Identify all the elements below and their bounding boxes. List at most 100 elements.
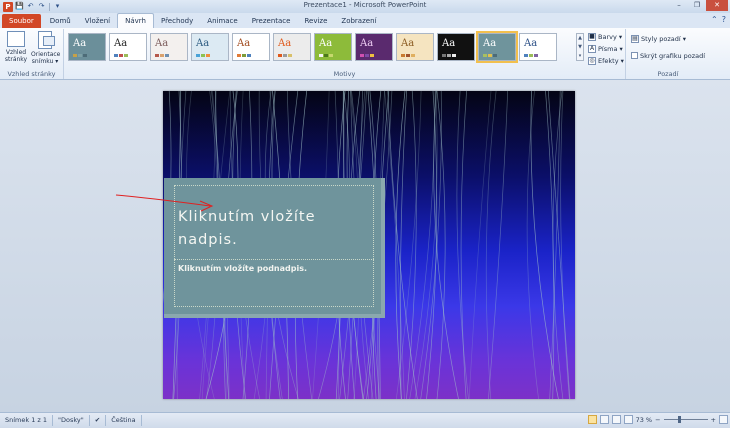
theme-thumbnail[interactable]: Aa: [519, 33, 557, 61]
fonts-button[interactable]: A Písma ▾: [588, 44, 624, 53]
annotation-arrow: [115, 194, 214, 212]
theme-thumbnail[interactable]: Aa: [150, 33, 188, 61]
tab-prechody[interactable]: Přechody: [154, 14, 200, 28]
effects-label: Efekty ▾: [598, 56, 624, 65]
group-label-page-setup: Vzhled stránky: [7, 70, 56, 78]
orientation-label-2: snímku ▾: [31, 58, 59, 65]
theme-color-swatches: [524, 54, 538, 57]
close-button[interactable]: ✕: [706, 0, 728, 11]
orientation-label-1: Orientace: [31, 51, 61, 58]
theme-thumbnail[interactable]: Aa: [68, 33, 106, 61]
theme-thumbnail-label: Aa: [360, 38, 374, 49]
group-page-setup: Vzhled stránky Orientace snímku ▾ Vzhled…: [0, 29, 64, 79]
background-styles-icon: ▤: [631, 34, 639, 43]
theme-thumbnail-label: Aa: [196, 38, 210, 49]
status-bar: Snímek 1 z 1 "Dosky" ✔ Čeština 73 % − +: [0, 412, 730, 428]
spellcheck-icon[interactable]: ✔: [90, 415, 107, 426]
theme-thumbnail[interactable]: Aa: [476, 31, 518, 63]
theme-color-swatches: [278, 54, 292, 57]
slideshow-view-button[interactable]: [623, 415, 633, 424]
theme-thumbnail[interactable]: Aa: [355, 33, 393, 61]
theme-thumbnail[interactable]: Aa: [273, 33, 311, 61]
theme-thumbnail-label: Aa: [524, 38, 538, 49]
group-label-themes: Motivy: [333, 70, 356, 78]
theme-color-swatches: [483, 54, 497, 57]
theme-color-swatches: [73, 54, 87, 57]
undo-icon[interactable]: ↶: [26, 2, 35, 11]
theme-color-swatches: [114, 54, 128, 57]
view-and-zoom: 73 % − +: [587, 415, 728, 424]
page-setup-label-1: Vzhled: [5, 49, 27, 56]
tab-navrh[interactable]: Návrh: [117, 13, 154, 28]
effects-button[interactable]: ◎ Efekty ▾: [588, 56, 624, 65]
zoom-slider-thumb[interactable]: [677, 416, 681, 423]
hide-background-checkbox[interactable]: [631, 52, 638, 59]
tab-soubor[interactable]: Soubor: [2, 14, 41, 28]
save-icon[interactable]: 💾: [15, 2, 24, 11]
normal-view-button[interactable]: [587, 415, 597, 424]
theme-color-swatches: [237, 54, 251, 57]
placeholder-divider: [174, 259, 374, 260]
gallery-more-icon[interactable]: ▾: [579, 53, 582, 59]
language[interactable]: Čeština: [106, 415, 142, 426]
zoom-slider[interactable]: [663, 416, 708, 423]
tab-domu[interactable]: Domů: [43, 14, 78, 28]
minimize-ribbon-icon[interactable]: ⌃: [711, 15, 718, 24]
theme-thumbnail[interactable]: Aa: [396, 33, 434, 61]
tab-prezentace[interactable]: Prezentace: [245, 14, 298, 28]
effects-icon: ◎: [588, 56, 596, 65]
theme-thumbnail[interactable]: Aa: [109, 33, 147, 61]
ribbon: Vzhled stránky Orientace snímku ▾ Vzhled…: [0, 28, 730, 80]
theme-thumbnail-label: Aa: [114, 38, 128, 49]
zoom-out-button[interactable]: −: [655, 416, 660, 424]
tab-vlozeni[interactable]: Vložení: [78, 14, 117, 28]
slide-subtitle[interactable]: Kliknutím vložíte podnadpis.: [178, 264, 307, 273]
zoom-in-button[interactable]: +: [711, 416, 716, 424]
maximize-button[interactable]: ❐: [688, 0, 706, 11]
redo-icon[interactable]: ↷: [37, 2, 46, 11]
theme-thumbnail[interactable]: Aa: [191, 33, 229, 61]
background-styles-button[interactable]: ▤ Styly pozadí ▾: [631, 34, 705, 43]
gallery-down-icon[interactable]: ▼: [578, 44, 582, 50]
hide-background-label: Skrýt grafiku pozadí: [640, 51, 706, 60]
page-setup-icon: [7, 31, 25, 47]
reading-view-button[interactable]: [611, 415, 621, 424]
theme-gallery: Aa Aa Aa Aa Aa Aa Aa Aa Aa Aa Aa Aa: [68, 31, 557, 63]
tab-revize[interactable]: Revize: [297, 14, 334, 28]
background-styles-label: Styly pozadí ▾: [641, 34, 686, 43]
gallery-up-icon[interactable]: ▲: [578, 35, 582, 41]
theme-thumbnail-label: Aa: [442, 38, 456, 49]
customize-qat-icon[interactable]: ▾: [53, 2, 62, 11]
group-label-background: Pozadí: [657, 70, 679, 78]
tab-zobrazeni[interactable]: Zobrazení: [334, 14, 383, 28]
theme-thumbnail[interactable]: Aa: [437, 33, 475, 61]
zoom-level[interactable]: 73 %: [636, 416, 653, 424]
slide-sorter-view-button[interactable]: [599, 415, 609, 424]
gallery-scroll-controls[interactable]: ▲ ▼ ▾: [576, 33, 584, 61]
colors-button[interactable]: ■ Barvy ▾: [588, 32, 624, 41]
theme-color-swatches: [442, 54, 456, 57]
page-setup-button[interactable]: Vzhled stránky: [2, 31, 30, 63]
theme-thumbnail-label: Aa: [401, 38, 415, 49]
theme-thumbnail[interactable]: Aa: [314, 33, 352, 61]
fonts-icon: A: [588, 44, 596, 53]
theme-color-swatches: [401, 54, 415, 57]
theme-thumbnail-label: Aa: [155, 38, 169, 49]
fit-to-window-button[interactable]: [719, 415, 728, 424]
theme-thumbnail-label: Aa: [319, 38, 333, 49]
hide-background-graphics[interactable]: Skrýt grafiku pozadí: [631, 51, 705, 60]
window-controls: – ❐ ✕: [670, 0, 728, 11]
powerpoint-app-icon[interactable]: P: [3, 1, 13, 12]
colors-icon: ■: [588, 32, 596, 41]
theme-thumbnail[interactable]: Aa: [232, 33, 270, 61]
tab-animace[interactable]: Animace: [200, 14, 244, 28]
page-setup-label-2: stránky: [4, 56, 28, 63]
minimize-button[interactable]: –: [670, 0, 688, 11]
theme-thumbnail-label: Aa: [73, 38, 87, 49]
slide-orientation-button[interactable]: Orientace snímku ▾: [31, 31, 61, 65]
colors-label: Barvy ▾: [598, 32, 623, 41]
theme-name[interactable]: "Dosky": [53, 415, 90, 426]
theme-thumbnail-label: Aa: [237, 38, 251, 49]
ribbon-tabs: Soubor Domů Vložení Návrh Přechody Anima…: [0, 13, 730, 28]
help-icon[interactable]: ?: [722, 15, 726, 24]
